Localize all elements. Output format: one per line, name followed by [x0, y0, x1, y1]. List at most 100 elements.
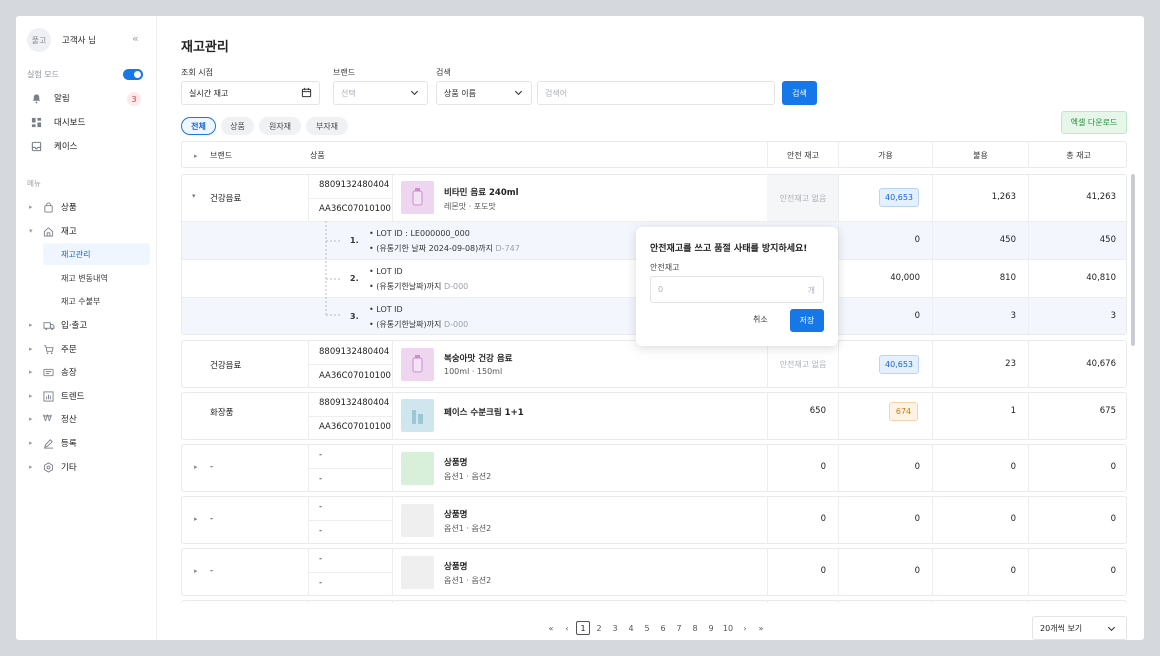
page-1[interactable]: 1	[576, 621, 590, 635]
brand-select[interactable]: 선택	[333, 81, 428, 105]
sidebar-item-label: 알림	[54, 94, 70, 104]
chevron-down-icon	[409, 87, 420, 100]
chevron-right-icon[interactable]: ▸	[194, 463, 198, 471]
barcode-cell: -	[319, 450, 323, 460]
alert-count-badge: 3	[127, 92, 141, 106]
chevron-right-icon: ▸	[29, 345, 33, 353]
barcode-cell: -	[319, 554, 323, 564]
double-chevron-left-icon[interactable]: «	[132, 32, 139, 45]
table-header: ▸ 브랜드 상품 안전 재고 가용 불용 총 재고	[181, 141, 1127, 168]
table-row: 화장품 8809132480404 AA36C07010100 페이스 수분크림…	[181, 392, 1127, 440]
safety-stock-popover: 안전재고를 쓰고 품절 사태를 방지하세요! 안전재고 0 개 취소 저장	[636, 227, 838, 346]
sidebar-item-inventory[interactable]: ▾ 재고	[29, 225, 77, 237]
page-9[interactable]: 9	[703, 624, 719, 633]
search-type-select[interactable]: 상품 이름	[436, 81, 532, 105]
safety-stock-cell[interactable]: 0	[768, 462, 838, 472]
product-name[interactable]: 상품명	[444, 456, 467, 468]
product-name[interactable]: 비타민 음료 240ml	[444, 186, 519, 198]
page-4[interactable]: 4	[623, 624, 639, 633]
chevron-right-icon: ▸	[29, 415, 33, 423]
lot-available: 0	[914, 311, 920, 321]
product-option: 레몬맛 · 포도맛	[444, 202, 496, 211]
safety-stock-cell[interactable]: 안전재고 없음	[768, 193, 838, 204]
sidebar-item-invoice[interactable]: ▸ 송장	[29, 366, 77, 378]
table-row: ▸ - - - 상품명 옵션1 · 옵션2 0 0 0 0	[181, 444, 1127, 492]
bell-icon	[31, 93, 42, 104]
lot-total: 450	[1099, 235, 1116, 245]
sidebar-item-label: 송장	[61, 368, 77, 378]
sidebar-item-alerts[interactable]: 알림	[31, 92, 70, 104]
unusable-cell: 0	[1010, 462, 1016, 472]
lot-number: 2.	[350, 274, 359, 283]
page-6[interactable]: 6	[655, 624, 671, 633]
expand-all-icon[interactable]: ▸	[194, 142, 198, 169]
save-button[interactable]: 저장	[790, 309, 824, 332]
test-mode-label: 실험 모드	[27, 70, 59, 79]
lot-number: 1.	[350, 236, 359, 245]
sidebar-item-etc[interactable]: ▸ 기타	[29, 461, 77, 473]
chip-all[interactable]: 전체	[181, 117, 216, 135]
sidebar-item-dashboard[interactable]: 대시보드	[31, 116, 85, 128]
product-name[interactable]: 상품명	[444, 560, 467, 572]
chip-product[interactable]: 상품	[221, 117, 254, 135]
page-3[interactable]: 3	[607, 624, 623, 633]
sidebar-item-orders[interactable]: ▸ 주문	[29, 343, 77, 355]
test-mode-toggle[interactable]	[123, 69, 143, 80]
lot-unusable: 450	[999, 235, 1016, 245]
first-page-icon[interactable]: «	[543, 624, 559, 633]
product-name[interactable]: 복숭아맛 건강 음료	[444, 352, 512, 364]
sidebar-item-settlement[interactable]: ▸ ₩ 정산	[29, 413, 77, 425]
chevron-down-icon[interactable]: ▾	[192, 192, 196, 200]
product-name[interactable]: 상품명	[444, 508, 467, 520]
chip-raw-material[interactable]: 원자재	[259, 117, 301, 135]
date-label: 조회 시점	[181, 68, 213, 77]
safety-stock-input[interactable]: 0 개	[650, 276, 824, 303]
chevron-right-icon[interactable]: ▸	[194, 567, 198, 575]
page-10[interactable]: 10	[719, 624, 737, 633]
sidebar-item-label: 재고	[61, 227, 77, 237]
search-input[interactable]: 검색어	[537, 81, 775, 105]
unusable-cell: 0	[1010, 514, 1016, 524]
chevron-right-icon: ▸	[29, 392, 33, 400]
page-8[interactable]: 8	[687, 624, 703, 633]
sidebar-subitem-inventory-manage[interactable]: 재고관리	[43, 243, 150, 265]
search-placeholder: 검색어	[545, 88, 568, 98]
cancel-button[interactable]: 취소	[753, 314, 768, 325]
safety-stock-cell[interactable]: 0	[768, 566, 838, 576]
won-icon: ₩	[43, 414, 52, 424]
per-page-select[interactable]: 20개씩 보기	[1032, 616, 1127, 640]
sidebar-item-label: 대시보드	[54, 118, 86, 128]
sidebar-subitem-inventory-history[interactable]: 재고 변동내역	[43, 267, 150, 289]
search-button[interactable]: 검색	[782, 81, 817, 105]
sidebar-item-register[interactable]: ▸ 등록	[29, 437, 77, 449]
page-5[interactable]: 5	[639, 624, 655, 633]
chevron-down-icon	[513, 87, 524, 100]
page-7[interactable]: 7	[671, 624, 687, 633]
sidebar-item-inout[interactable]: ▸ 입·출고	[29, 319, 87, 331]
search-type-value: 상품 이름	[444, 88, 476, 98]
profile[interactable]: 풀고 고객사 님	[27, 28, 96, 52]
chevron-right-icon: ▸	[29, 203, 33, 211]
gear-icon	[43, 461, 55, 473]
popover-title: 안전재고를 쓰고 품절 사태를 방지하세요!	[650, 244, 808, 254]
sidebar-item-label: 케이스	[54, 142, 78, 152]
safety-stock-cell[interactable]: 안전재고 없음	[768, 359, 838, 370]
date-picker[interactable]: 실시간 재고	[181, 81, 320, 105]
sidebar-item-trend[interactable]: ▸ 트렌드	[29, 390, 84, 402]
safety-stock-cell[interactable]: 0	[768, 514, 838, 524]
product-name[interactable]: 페이스 수분크림 1+1	[444, 406, 524, 418]
table-scrollbar[interactable]	[1131, 174, 1135, 346]
barcode-cell: 8809132480404	[319, 347, 390, 357]
sidebar-item-case[interactable]: 케이스	[31, 140, 77, 152]
excel-download-button[interactable]: 엑셀 다운로드	[1061, 111, 1127, 134]
prev-page-icon[interactable]: ‹	[559, 624, 575, 633]
product-image	[401, 504, 434, 537]
page-2[interactable]: 2	[591, 624, 607, 633]
chevron-right-icon[interactable]: ▸	[194, 515, 198, 523]
safety-stock-cell[interactable]: 650	[768, 406, 838, 416]
last-page-icon[interactable]: »	[753, 624, 769, 633]
next-page-icon[interactable]: ›	[737, 624, 753, 633]
sidebar-item-products[interactable]: ▸ 상품	[29, 201, 77, 213]
sidebar-subitem-inventory-ledger[interactable]: 재고 수불부	[43, 290, 150, 312]
chip-sub-material[interactable]: 부자재	[306, 117, 348, 135]
